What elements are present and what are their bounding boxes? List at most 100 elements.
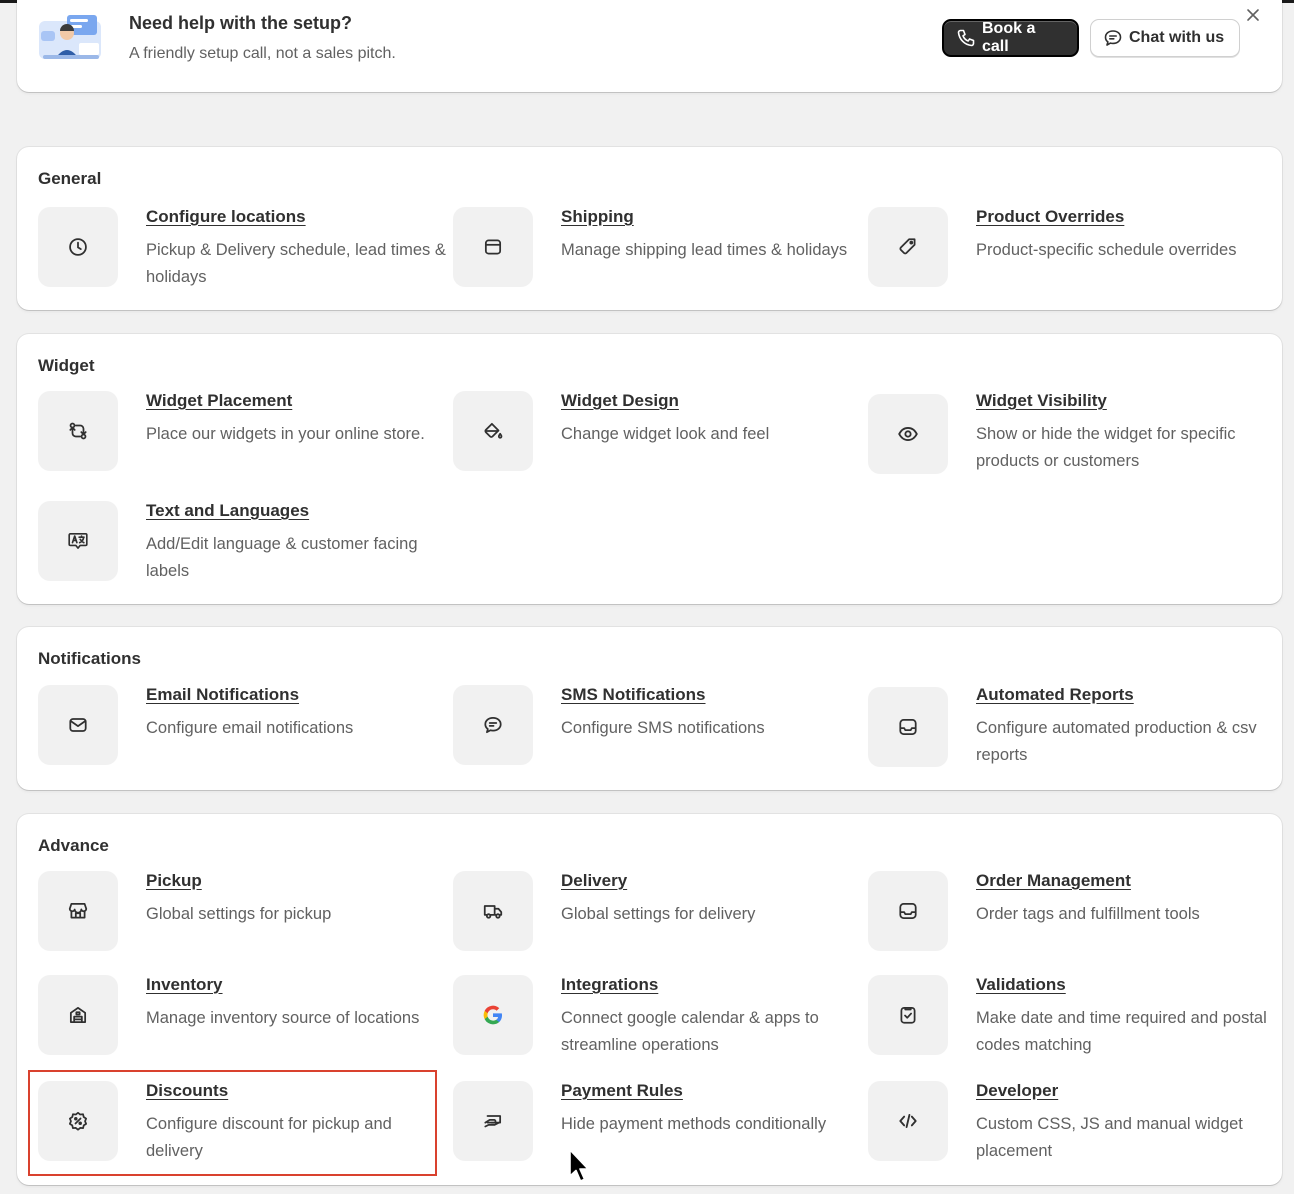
setting-inventory[interactable]: Inventory Manage inventory source of loc… [38, 975, 438, 1065]
setting-title[interactable]: Configure locations [146, 207, 306, 227]
setting-widget-placement[interactable]: Widget Placement Place our widgets in yo… [38, 391, 438, 481]
setting-title[interactable]: Widget Visibility [976, 391, 1107, 411]
inbox-icon [899, 718, 917, 736]
eye-icon [898, 427, 918, 441]
clipboard-check-icon [900, 1006, 916, 1024]
code-icon [899, 1114, 917, 1128]
setting-description: Order tags and fulfillment tools [976, 905, 1200, 923]
icon-tile [868, 687, 948, 767]
tag-icon [899, 238, 916, 255]
envelope-icon [69, 718, 87, 732]
arrows-swap-icon [69, 422, 87, 440]
setting-title[interactable]: Order Management [976, 871, 1131, 891]
setting-title[interactable]: Widget Design [561, 391, 679, 411]
setting-widget-visibility[interactable]: Widget Visibility Show or hide the widge… [868, 391, 1268, 481]
close-icon[interactable] [1245, 7, 1261, 23]
phone-icon [957, 29, 975, 47]
cash-hand-icon [484, 1115, 502, 1128]
warehouse-icon [69, 1006, 87, 1024]
paint-bucket-icon [484, 422, 503, 439]
setting-shipping[interactable]: Shipping Manage shipping lead times & ho… [453, 207, 853, 297]
icon-tile [868, 207, 948, 287]
book-a-call-button[interactable]: Book a call [942, 19, 1079, 57]
setting-title[interactable]: SMS Notifications [561, 685, 706, 705]
chat-icon [1104, 30, 1122, 46]
icon-tile [868, 1081, 948, 1161]
setting-title[interactable]: Widget Placement [146, 391, 292, 411]
setting-title[interactable]: Developer [976, 1081, 1058, 1101]
banner-title: Need help with the setup? [129, 13, 353, 33]
icon-tile [453, 871, 533, 951]
setting-email-notifications[interactable]: Email Notifications Configure email noti… [38, 685, 438, 775]
icon-tile [868, 394, 948, 474]
section-title-notifications: Notifications [38, 649, 141, 668]
setting-description: Global settings for delivery [561, 905, 756, 923]
setting-title[interactable]: Integrations [561, 975, 658, 995]
setting-title[interactable]: Product Overrides [976, 207, 1124, 227]
setting-description: Custom CSS, JS and manual widget placeme… [976, 1115, 1243, 1160]
book-a-call-label: Book a call [982, 20, 1036, 55]
section-title-advance: Advance [38, 836, 109, 855]
icon-tile [868, 871, 948, 951]
icon-tile [38, 975, 118, 1055]
setting-configure-locations[interactable]: Configure locations Pickup & Delivery sc… [38, 207, 446, 297]
setup-help-banner: Need help with the setup? A friendly set… [17, 0, 1282, 92]
clock-icon [69, 238, 87, 256]
chat-with-us-label: Chat with us [1129, 29, 1225, 46]
icon-tile [38, 501, 118, 581]
setting-payment-rules[interactable]: Payment Rules Hide payment methods condi… [453, 1081, 853, 1171]
package-icon [484, 239, 502, 255]
setting-description: Manage shipping lead times & holidays [561, 241, 848, 259]
setting-pickup[interactable]: Pickup Global settings for pickup [38, 871, 438, 961]
setting-title[interactable]: Text and Languages [146, 501, 309, 521]
setting-widget-design[interactable]: Widget Design Change widget look and fee… [453, 391, 853, 481]
icon-tile [453, 391, 533, 471]
section-title-widget: Widget [38, 356, 95, 375]
setting-description: Make date and time required and postal c… [976, 1009, 1267, 1054]
setting-description: Product-specific schedule overrides [976, 241, 1237, 259]
setting-description: Add/Edit language & customer facing labe… [146, 535, 418, 580]
setting-title[interactable]: Validations [976, 975, 1066, 995]
section-notifications: Notifications Email Notifications Config… [17, 627, 1282, 790]
setting-title[interactable]: Delivery [561, 871, 627, 891]
chat-with-us-button[interactable]: Chat with us [1090, 19, 1240, 57]
setting-description: Global settings for pickup [146, 905, 332, 923]
setting-text-and-languages[interactable]: Text and Languages Add/Edit language & c… [38, 501, 438, 591]
icon-tile [38, 207, 118, 287]
setting-integrations[interactable]: Integrations Connect google calendar & a… [453, 975, 853, 1065]
discounts-highlight-box [28, 1070, 437, 1176]
icon-tile [38, 871, 118, 951]
setting-title[interactable]: Automated Reports [976, 685, 1134, 705]
setting-validations[interactable]: Validations Make date and time required … [868, 975, 1268, 1065]
setting-description: Manage inventory source of locations [146, 1009, 420, 1027]
banner-subtitle: A friendly setup call, not a sales pitch… [129, 45, 396, 62]
store-icon [68, 902, 88, 919]
setting-title[interactable]: Email Notifications [146, 685, 299, 705]
inbox-icon [899, 902, 917, 920]
icon-tile [868, 975, 948, 1055]
setting-description: Configure automated production & csv rep… [976, 719, 1257, 764]
setting-title[interactable]: Payment Rules [561, 1081, 683, 1101]
setting-title[interactable]: Inventory [146, 975, 223, 995]
setting-delivery[interactable]: Delivery Global settings for delivery [453, 871, 853, 961]
setting-description: Hide payment methods conditionally [561, 1115, 827, 1133]
icon-tile [453, 975, 533, 1055]
support-agent-illustration [39, 15, 101, 59]
icon-tile [453, 207, 533, 287]
icon-tile [453, 685, 533, 765]
icon-tile [38, 391, 118, 471]
mouse-cursor-icon [569, 1149, 589, 1182]
setting-product-overrides[interactable]: Product Overrides Product-specific sched… [868, 207, 1268, 297]
setting-sms-notifications[interactable]: SMS Notifications Configure SMS notifica… [453, 685, 853, 775]
section-title-general: General [38, 169, 102, 188]
setting-order-management[interactable]: Order Management Order tags and fulfillm… [868, 871, 1268, 961]
setting-title[interactable]: Pickup [146, 871, 202, 891]
setting-title[interactable]: Shipping [561, 207, 634, 227]
setting-description: Configure email notifications [146, 719, 354, 737]
setting-developer[interactable]: Developer Custom CSS, JS and manual widg… [868, 1081, 1268, 1171]
section-general: General Configure locations Pickup & Del… [17, 147, 1282, 310]
setting-description: Change widget look and feel [561, 425, 770, 443]
setting-automated-reports[interactable]: Automated Reports Configure automated pr… [868, 685, 1268, 775]
google-icon [483, 1005, 503, 1025]
icon-tile [453, 1081, 533, 1161]
